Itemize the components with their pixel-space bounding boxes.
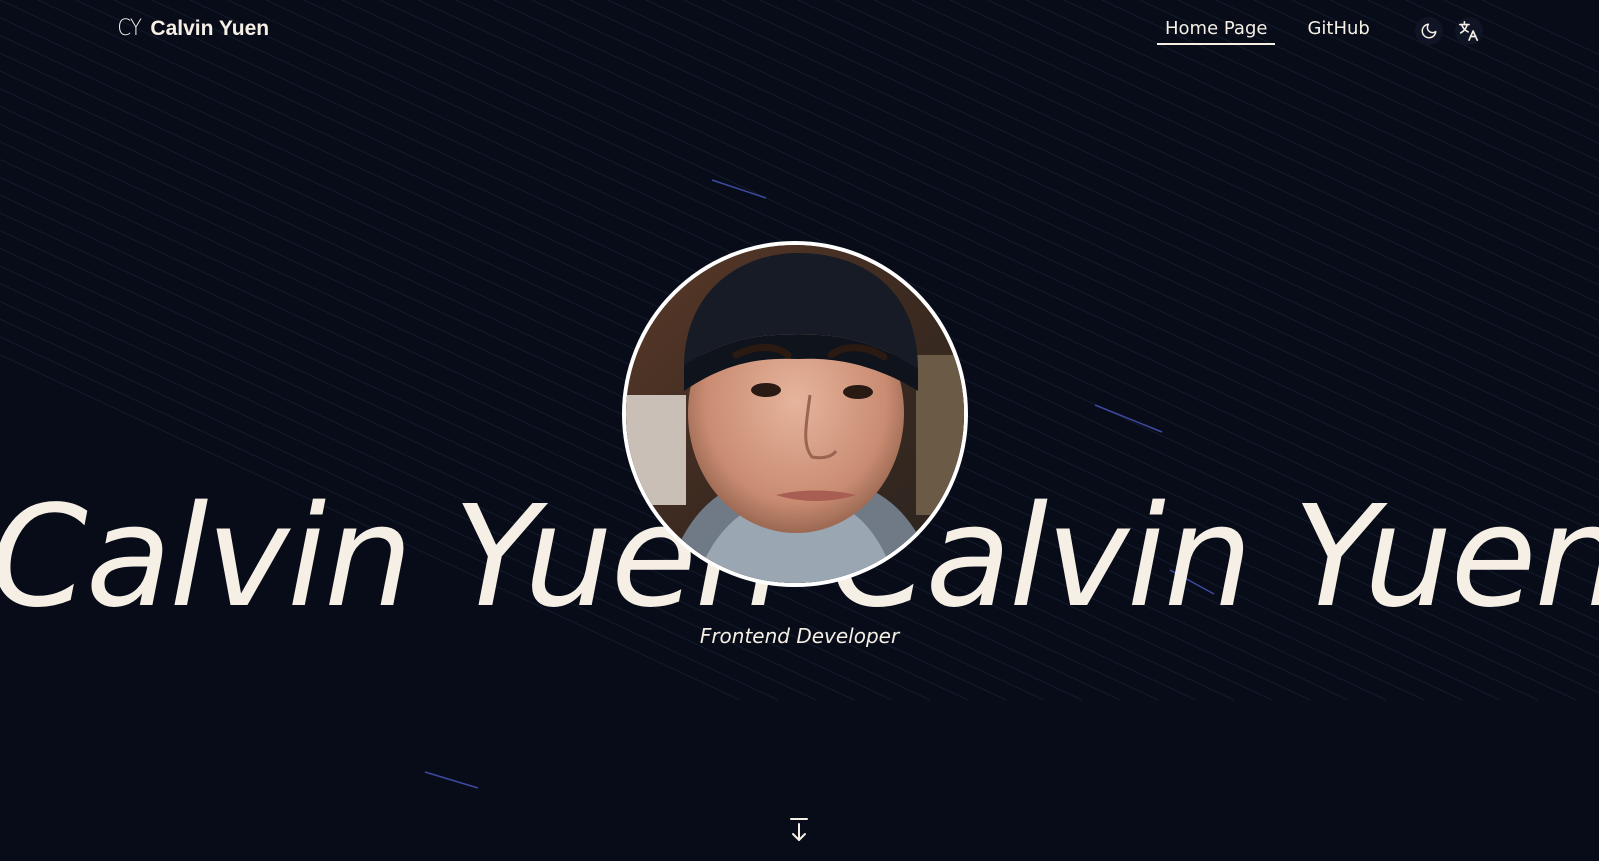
translate-icon — [1459, 21, 1479, 41]
profile-photo — [626, 245, 964, 583]
nav-github[interactable]: GitHub — [1299, 18, 1377, 45]
brand-name: Calvin Yuen — [150, 16, 270, 40]
site-header: CY Calvin Yuen Home Page GitHub — [0, 0, 1599, 62]
page: CY Calvin Yuen Home Page GitHub Calvin Y… — [0, 0, 1599, 861]
marquee-text: Calvin Yuen — [829, 476, 1599, 639]
language-button[interactable] — [1455, 17, 1483, 45]
main-nav: Home Page GitHub — [1157, 18, 1378, 45]
hero-subtitle: Frontend Developer — [699, 624, 900, 648]
brand-mark: CY — [117, 16, 142, 41]
streak — [424, 771, 479, 789]
moon-icon — [1421, 23, 1437, 39]
scroll-down-button[interactable] — [786, 816, 812, 844]
nav-home-page[interactable]: Home Page — [1157, 18, 1276, 45]
avatar — [622, 241, 968, 587]
streak — [711, 179, 767, 199]
streak — [1094, 404, 1163, 433]
brand-logo[interactable]: CY Calvin Yuen — [116, 16, 269, 41]
theme-toggle-button[interactable] — [1415, 17, 1443, 45]
arrow-down-to-line-icon — [790, 818, 808, 841]
